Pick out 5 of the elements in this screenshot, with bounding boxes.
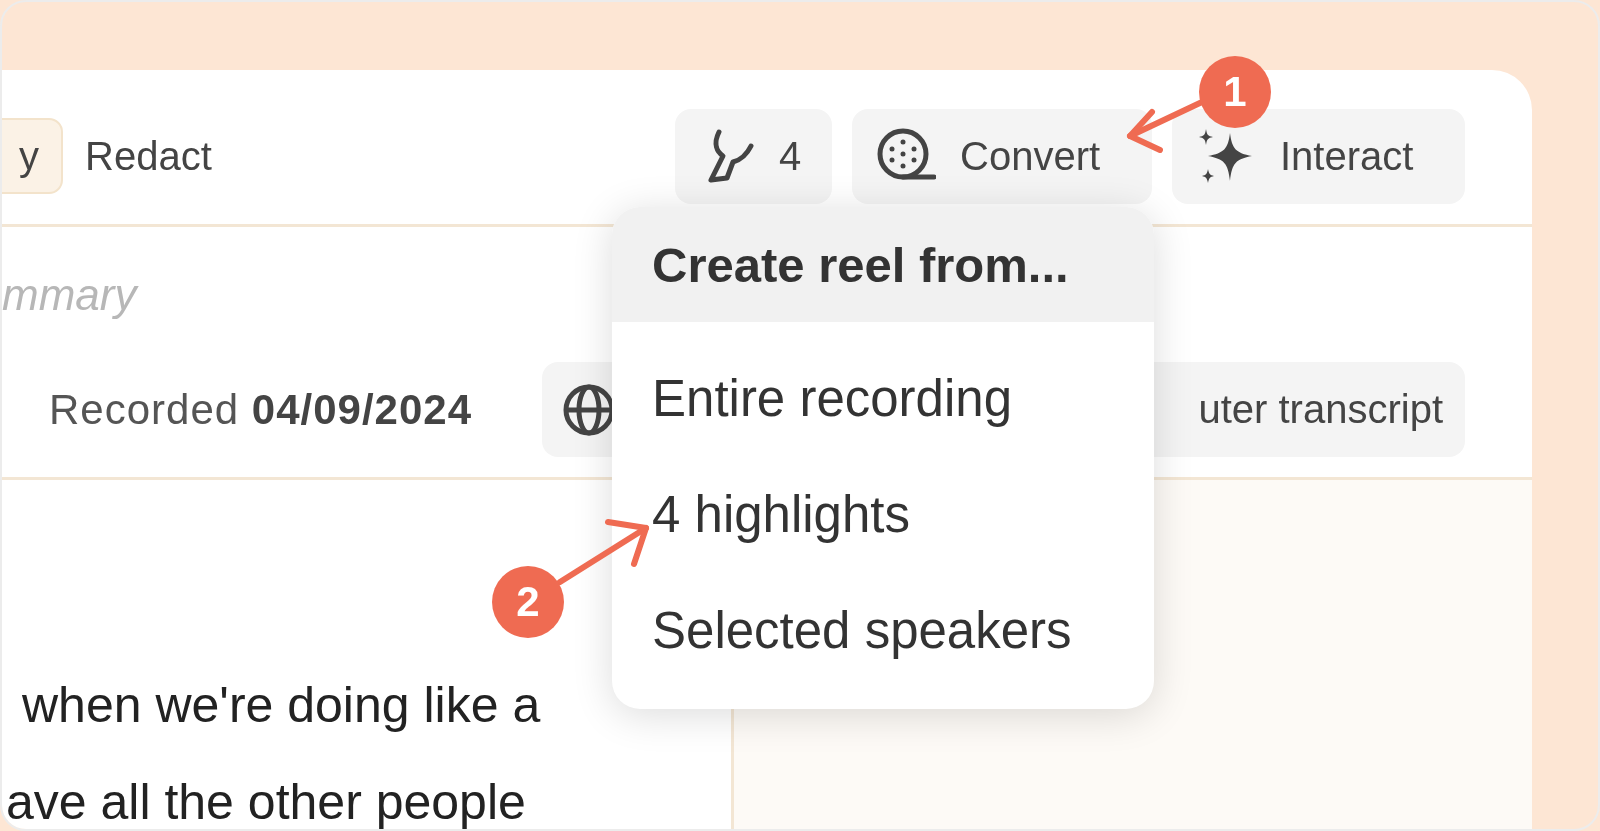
transcript-line: when we're doing like a bbox=[21, 676, 542, 735]
recorded-date: Recorded 04/09/2024 bbox=[49, 385, 473, 434]
menu-title: Create reel from... bbox=[612, 207, 1154, 322]
transcript-line: ave all the other people bbox=[5, 773, 527, 829]
summary-title: mmary bbox=[2, 269, 137, 320]
